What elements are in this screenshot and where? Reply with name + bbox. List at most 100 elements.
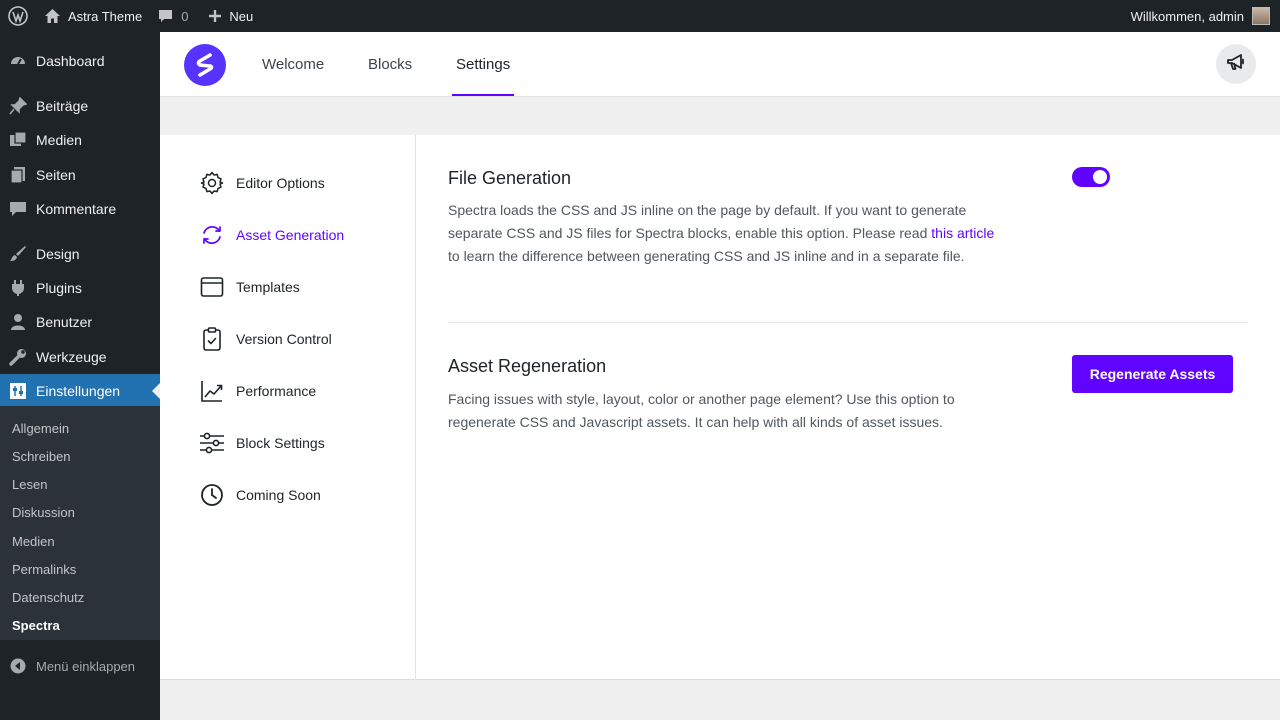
- sidebar-item-label: Benutzer: [36, 314, 93, 330]
- sidebar-item-label: Werkzeuge: [36, 349, 107, 365]
- sidebar-item-einstellungen[interactable]: Einstellungen: [0, 374, 160, 408]
- tab-welcome[interactable]: Welcome: [262, 32, 324, 96]
- sidebar-item-dashboard[interactable]: Dashboard: [0, 44, 160, 78]
- submenu-item-allgemein[interactable]: Allgemein: [12, 421, 69, 436]
- nav-item-label: Templates: [236, 279, 300, 295]
- collapse-label: Menü einklappen: [36, 658, 136, 674]
- sidebar-item-label: Dashboard: [36, 53, 105, 69]
- trend-icon: [199, 378, 225, 404]
- nav-item-block-settings[interactable]: Block Settings: [199, 429, 325, 457]
- file-generation-description: Spectra loads the CSS and JS inline on t…: [448, 199, 1008, 268]
- admin-bar: Astra Theme 0 Neu Willkommen, admin: [0, 0, 1280, 32]
- submenu-item-permalinks[interactable]: Permalinks: [12, 562, 76, 577]
- submenu-item-schreiben[interactable]: Schreiben: [12, 449, 71, 464]
- pin-icon: [0, 97, 36, 115]
- sidebar-item-label: Design: [36, 246, 80, 262]
- gear-icon: [199, 170, 225, 196]
- regenerate-assets-button[interactable]: Regenerate Assets: [1072, 355, 1233, 393]
- my-account-link[interactable]: Willkommen, admin: [1123, 0, 1280, 32]
- sidebar-item-label: Seiten: [36, 167, 76, 183]
- sidebar-item-kommentare[interactable]: Kommentare: [0, 192, 160, 226]
- asset-regeneration-description: Facing issues with style, layout, color …: [448, 391, 955, 430]
- nav-item-label: Version Control: [236, 331, 332, 347]
- refresh-icon: [199, 222, 225, 248]
- file-generation-title: File Generation: [448, 168, 572, 188]
- nav-item-version-control[interactable]: Version Control: [199, 325, 332, 353]
- user-icon: [0, 313, 36, 331]
- asset-regeneration-title: Asset Regeneration: [448, 356, 607, 376]
- description-text: to learn the difference between generati…: [448, 248, 965, 264]
- sidebar-item-benutzer[interactable]: Benutzer: [0, 305, 160, 339]
- nav-item-templates[interactable]: Templates: [199, 273, 300, 301]
- settings-icon: [0, 382, 36, 400]
- announcements-button[interactable]: [1216, 44, 1256, 84]
- submenu-item-spectra[interactable]: Spectra: [12, 618, 60, 633]
- nav-item-label: Asset Generation: [236, 227, 345, 243]
- greeting: Willkommen, admin: [1130, 8, 1244, 24]
- toggle-knob: [1093, 170, 1107, 184]
- avatar: [1252, 7, 1270, 25]
- dashboard-icon: [0, 52, 36, 70]
- sidebar-item-beitraege[interactable]: Beiträge: [0, 89, 160, 123]
- sidebar-item-label: Beiträge: [36, 98, 89, 114]
- submenu-item-diskussion[interactable]: Diskussion: [12, 505, 75, 520]
- comment-icon: [0, 200, 36, 218]
- collapse-arrow-icon: [0, 658, 36, 674]
- megaphone-icon: [1226, 52, 1246, 77]
- nav-item-label: Performance: [236, 383, 317, 399]
- template-icon: [199, 274, 225, 300]
- new-content-link[interactable]: Neu: [200, 0, 261, 32]
- description-text: Spectra loads the CSS and JS inline on t…: [448, 202, 967, 241]
- tab-label: Settings: [456, 55, 511, 73]
- nav-item-performance[interactable]: Performance: [199, 377, 316, 405]
- file-generation-toggle[interactable]: [1072, 167, 1110, 187]
- spectra-header: Welcome Blocks Settings: [160, 32, 1280, 97]
- tab-label: Welcome: [262, 55, 325, 73]
- nav-item-asset-generation[interactable]: Asset Generation: [199, 221, 344, 249]
- submenu-item-lesen[interactable]: Lesen: [12, 477, 47, 492]
- wrench-icon: [0, 348, 36, 366]
- this-article-link[interactable]: this article: [931, 225, 994, 241]
- sidebar-item-werkzeuge[interactable]: Werkzeuge: [0, 340, 160, 374]
- settings-nav: Editor Options Asset Generation Template…: [160, 135, 416, 680]
- new-label: Neu: [229, 8, 254, 24]
- nav-item-coming-soon[interactable]: Coming Soon: [199, 481, 321, 509]
- sidebar-item-plugins[interactable]: Plugins: [0, 271, 160, 305]
- tab-label: Blocks: [368, 55, 413, 73]
- plugin-icon: [0, 279, 36, 297]
- sidebar-item-label: Kommentare: [36, 201, 117, 217]
- site-name: Astra Theme: [68, 8, 143, 24]
- sidebar-item-medien[interactable]: Medien: [0, 123, 160, 157]
- pages-icon: [0, 166, 36, 184]
- site-name-link[interactable]: Astra Theme: [36, 0, 150, 32]
- submenu-item-medien[interactable]: Medien: [12, 534, 55, 549]
- settings-card: Editor Options Asset Generation Template…: [160, 135, 1280, 680]
- clipboard-check-icon: [199, 326, 225, 352]
- tab-settings[interactable]: Settings: [451, 32, 515, 96]
- submenu-item-datenschutz[interactable]: Datenschutz: [12, 590, 84, 605]
- sidebar-item-seiten[interactable]: Seiten: [0, 158, 160, 192]
- settings-submenu: Allgemein Schreiben Lesen Diskussion Med…: [0, 406, 160, 640]
- sidebar-item-label: Medien: [36, 132, 82, 148]
- brush-icon: [0, 245, 36, 263]
- sliders-icon: [199, 430, 225, 456]
- nav-item-editor-options[interactable]: Editor Options: [199, 169, 325, 197]
- clock-icon: [199, 482, 225, 508]
- tab-blocks[interactable]: Blocks: [368, 32, 412, 96]
- sidebar-item-label: Einstellungen: [36, 383, 121, 399]
- media-icon: [0, 131, 36, 149]
- comments-link[interactable]: 0: [150, 0, 196, 32]
- spectra-logo-icon[interactable]: [184, 44, 226, 86]
- sidebar-item-label: Plugins: [36, 280, 82, 296]
- comment-bubble-icon: [158, 9, 173, 24]
- nav-item-label: Editor Options: [236, 175, 325, 191]
- wordpress-logo-icon[interactable]: [0, 0, 36, 32]
- comments-count: 0: [181, 8, 189, 24]
- collapse-menu-button[interactable]: Menü einklappen: [0, 654, 135, 678]
- sidebar-item-design[interactable]: Design: [0, 237, 160, 271]
- nav-item-label: Coming Soon: [236, 487, 321, 503]
- plus-icon: [208, 9, 222, 23]
- admin-sidebar: Dashboard Beiträge Medien Seiten Komment…: [0, 32, 160, 720]
- nav-item-label: Block Settings: [236, 435, 325, 451]
- section-divider: [448, 322, 1248, 323]
